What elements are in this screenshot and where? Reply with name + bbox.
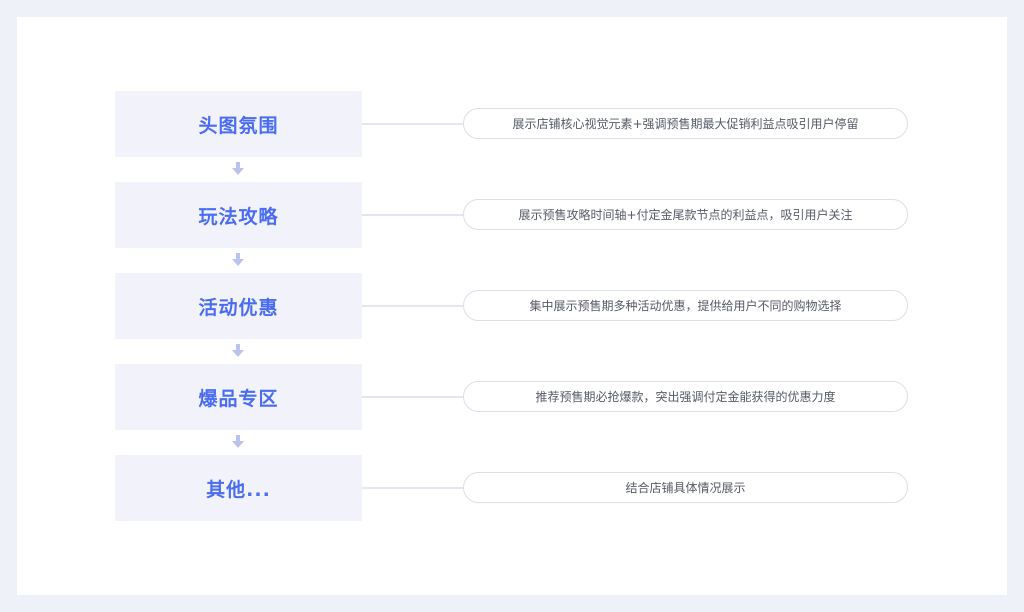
step-label: 其他... [206,478,271,501]
step-label: 玩法攻略 [198,205,279,228]
step-label: 活动优惠 [198,296,279,319]
step-label: 爆品专区 [198,387,279,410]
step-description-5: 结合店铺具体情况展示 [463,472,908,503]
step-description-4: 推荐预售期必抢爆款，突出强调付定金能获得的优惠力度 [463,381,908,412]
down-arrow-icon [232,344,244,357]
step-description-2: 展示预售攻略时间轴+付定金尾款节点的利益点，吸引用户关注 [463,199,908,230]
connector-line [362,487,464,489]
step-box-5: 其他... [115,455,362,521]
description-text: 展示店铺核心视觉元素+强调预售期最大促销利益点吸引用户停留 [512,117,859,131]
step-box-3: 活动优惠 [115,273,362,339]
connector-line [362,305,464,307]
down-arrow-icon [232,162,244,175]
connector-line [362,214,464,216]
description-text: 集中展示预售期多种活动优惠，提供给用户不同的购物选择 [529,299,842,313]
step-box-1: 头图氛围 [115,91,362,157]
step-description-3: 集中展示预售期多种活动优惠，提供给用户不同的购物选择 [463,290,908,321]
description-text: 展示预售攻略时间轴+付定金尾款节点的利益点，吸引用户关注 [518,208,853,222]
description-text: 推荐预售期必抢爆款，突出强调付定金能获得的优惠力度 [535,390,836,404]
connector-line [362,123,464,125]
step-label: 头图氛围 [198,114,279,137]
description-text: 结合店铺具体情况展示 [625,481,746,495]
step-box-2: 玩法攻略 [115,182,362,248]
step-description-1: 展示店铺核心视觉元素+强调预售期最大促销利益点吸引用户停留 [463,108,908,139]
connector-line [362,396,464,398]
down-arrow-icon [232,253,244,266]
step-box-4: 爆品专区 [115,364,362,430]
down-arrow-icon [232,435,244,448]
